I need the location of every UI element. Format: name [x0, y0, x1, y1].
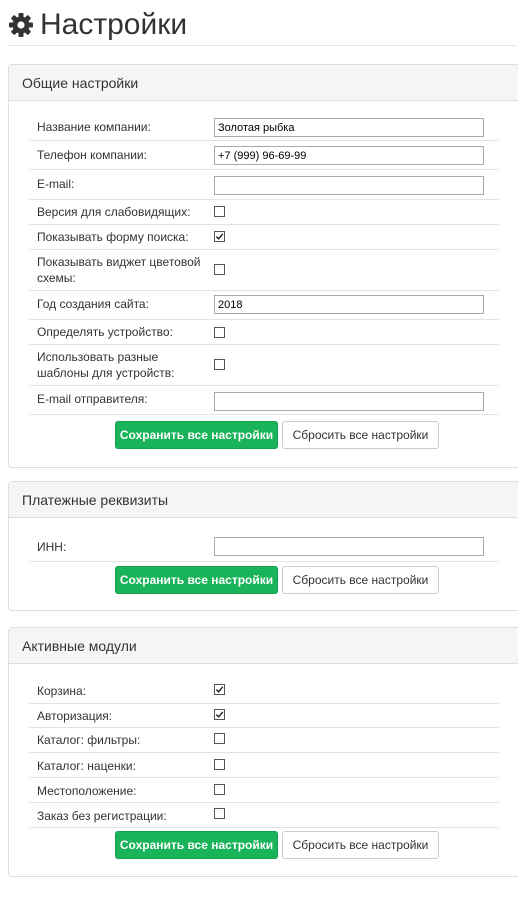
search-form-checkbox[interactable]: [214, 231, 225, 242]
detect-device-label: Определять устройство:: [37, 325, 173, 339]
guest-order-label: Заказ без регистрации:: [37, 809, 167, 823]
check-icon: [215, 233, 224, 240]
check-icon: [215, 711, 224, 718]
catalog-markups-row: Каталог: наценки:: [29, 753, 499, 778]
general-save-button[interactable]: Сохранить все настройки: [115, 421, 278, 449]
color-widget-label: Показывать виджет цветовой схемы:: [37, 255, 201, 285]
detect-device-checkbox[interactable]: [214, 327, 225, 338]
modules-reset-button[interactable]: Сбросить все настройки: [282, 831, 439, 859]
sender-email-row: E-mail отправителя:: [29, 386, 499, 415]
site-year-input[interactable]: [214, 295, 484, 314]
company-phone-row: Телефон компании:: [29, 141, 499, 170]
email-input[interactable]: [214, 176, 484, 195]
email-row: E-mail:: [29, 170, 499, 200]
payment-reset-button[interactable]: Сбросить все настройки: [282, 566, 439, 594]
low-vision-checkbox[interactable]: [214, 206, 225, 217]
company-name-input[interactable]: [214, 118, 484, 137]
company-name-label: Название компании:: [37, 120, 151, 134]
check-icon: [215, 686, 224, 693]
device-templates-row: Использовать разные шаблоны для устройст…: [29, 345, 499, 386]
guest-order-checkbox[interactable]: [214, 808, 225, 819]
color-widget-row: Показывать виджет цветовой схемы:: [29, 250, 499, 291]
catalog-filters-label: Каталог: фильтры:: [37, 733, 141, 747]
gear-icon: [9, 12, 33, 37]
site-year-label: Год создания сайта:: [37, 297, 149, 311]
general-reset-button[interactable]: Сбросить все настройки: [282, 421, 439, 449]
low-vision-row: Версия для слабовидящих:: [29, 200, 499, 225]
payment-panel: Платежные реквизиты ИНН: Сохранить все н…: [8, 481, 518, 611]
catalog-filters-checkbox[interactable]: [214, 733, 225, 744]
modules-heading: Активные модули: [9, 628, 518, 664]
inn-label: ИНН:: [37, 540, 67, 554]
cart-label: Корзина:: [37, 684, 87, 698]
search-form-label: Показывать форму поиска:: [37, 230, 189, 244]
inn-input[interactable]: [214, 537, 484, 556]
location-label: Местоположение:: [37, 784, 137, 798]
payment-save-button[interactable]: Сохранить все настройки: [115, 566, 278, 594]
device-templates-label: Использовать разные шаблоны для устройст…: [37, 350, 175, 380]
auth-checkbox[interactable]: [214, 709, 225, 720]
auth-row: Авторизация:: [29, 704, 499, 728]
company-phone-label: Телефон компании:: [37, 148, 147, 162]
cart-row: Корзина:: [29, 678, 499, 704]
page-title: Настройки: [40, 7, 188, 41]
company-name-row: Название компании:: [29, 111, 499, 141]
guest-order-row: Заказ без регистрации:: [29, 803, 499, 828]
modules-save-button[interactable]: Сохранить все настройки: [115, 831, 278, 859]
search-form-row: Показывать форму поиска:: [29, 225, 499, 250]
general-settings-panel: Общие настройки Название компании: Телеф…: [8, 64, 518, 468]
low-vision-label: Версия для слабовидящих:: [37, 205, 191, 219]
device-templates-checkbox[interactable]: [214, 359, 225, 370]
payment-heading: Платежные реквизиты: [9, 482, 518, 518]
general-settings-heading: Общие настройки: [9, 65, 518, 101]
page-header: Настройки: [8, 4, 516, 46]
auth-label: Авторизация:: [37, 709, 113, 723]
email-label: E-mail:: [37, 177, 75, 191]
catalog-markups-checkbox[interactable]: [214, 759, 225, 770]
company-phone-input[interactable]: [214, 146, 484, 165]
location-checkbox[interactable]: [214, 784, 225, 795]
inn-row: ИНН:: [29, 529, 499, 562]
detect-device-row: Определять устройство:: [29, 320, 499, 345]
modules-panel: Активные модули Корзина: Авторизация: Ка…: [8, 627, 518, 877]
color-widget-checkbox[interactable]: [214, 264, 225, 275]
sender-email-input[interactable]: [214, 392, 484, 411]
catalog-markups-label: Каталог: наценки:: [37, 759, 136, 773]
sender-email-label: E-mail отправителя:: [37, 392, 148, 406]
cart-checkbox[interactable]: [214, 684, 225, 695]
location-row: Местоположение:: [29, 778, 499, 803]
site-year-row: Год создания сайта:: [29, 291, 499, 320]
catalog-filters-row: Каталог: фильтры:: [29, 728, 499, 753]
